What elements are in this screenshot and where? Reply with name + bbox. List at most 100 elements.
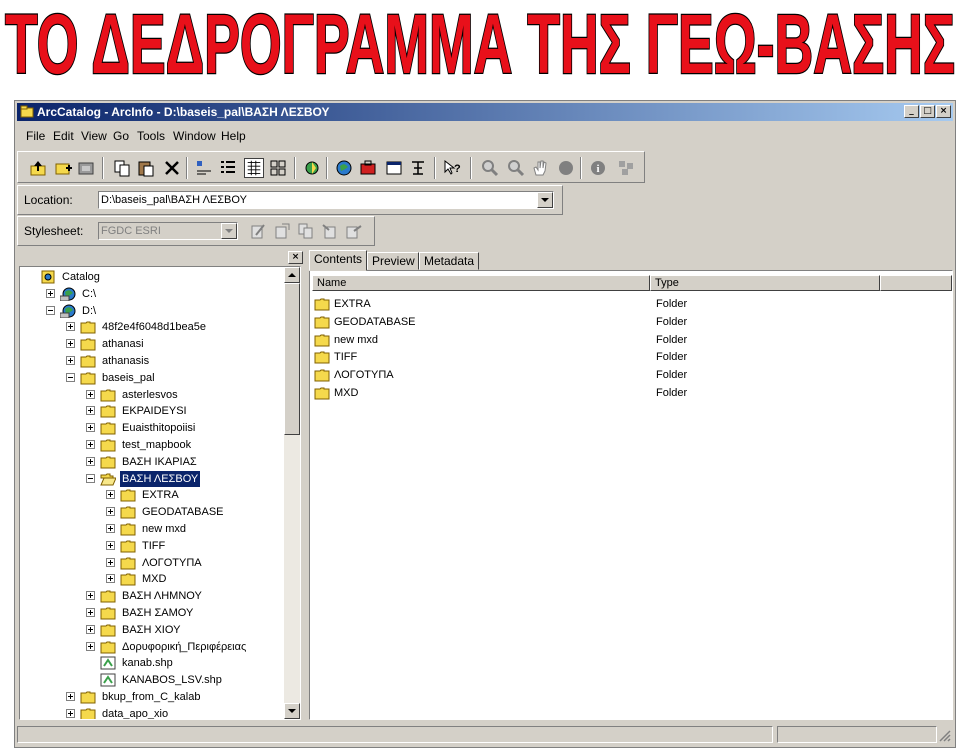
- list-item[interactable]: ΛΟΓΟΤΥΠΑ Folder: [314, 366, 934, 384]
- arctools-icon[interactable]: [358, 158, 378, 178]
- expand-icon[interactable]: [86, 406, 95, 416]
- expand-icon[interactable]: [106, 524, 115, 533]
- chevron-down-icon: [288, 709, 296, 713]
- zoom-in-icon[interactable]: [480, 158, 500, 178]
- column-header-name[interactable]: Name: [312, 275, 650, 291]
- stylesheet-dropdown-button[interactable]: [221, 223, 237, 239]
- scroll-thumb[interactable]: [284, 283, 300, 435]
- standard-toolbar: ? i: [17, 151, 645, 183]
- location-combobox[interactable]: D:\baseis_pal\ΒΑΣΗ ΛΕΣΒΟΥ: [98, 191, 554, 209]
- export-metadata-icon[interactable]: [344, 221, 364, 241]
- zoom-out-icon[interactable]: [506, 158, 526, 178]
- arccatalog-app-icon: [20, 105, 34, 118]
- scroll-down-button[interactable]: [284, 703, 300, 719]
- menu-file[interactable]: File: [26, 129, 45, 143]
- pan-icon[interactable]: [530, 158, 550, 178]
- expand-icon[interactable]: [66, 339, 75, 349]
- connect-folder-icon[interactable]: [54, 158, 74, 178]
- folder-icon: [80, 321, 96, 334]
- contents-list[interactable]: Name Type EXTRA Folder GEODATABASE Folder ne…: [309, 270, 953, 720]
- banner: ΤΟ ΔΕΔΡΟΓΡΑΜΜΑ ΤΗΣ ΓΕΩ-ΒΑΣΗΣ: [4, 0, 957, 92]
- expand-icon[interactable]: [86, 389, 95, 399]
- scroll-up-button[interactable]: [284, 267, 300, 283]
- expand-icon[interactable]: [106, 574, 115, 584]
- folder-icon: [314, 387, 330, 400]
- list-item-type: Folder: [656, 387, 688, 399]
- whats-this-icon[interactable]: ?: [442, 158, 462, 178]
- expand-icon[interactable]: [106, 490, 115, 500]
- collapse-icon[interactable]: [86, 473, 95, 483]
- expand-icon[interactable]: [66, 356, 75, 365]
- metadata-properties-icon[interactable]: [272, 221, 292, 241]
- menu-tools[interactable]: Tools: [137, 129, 165, 143]
- menu-view[interactable]: View: [81, 129, 107, 143]
- expand-icon[interactable]: [86, 591, 95, 601]
- delete-icon[interactable]: [162, 158, 182, 178]
- expand-icon[interactable]: [86, 456, 95, 466]
- list-item[interactable]: MXD Folder: [314, 384, 934, 402]
- up-one-level-icon[interactable]: [28, 158, 48, 178]
- expand-icon[interactable]: [86, 624, 95, 634]
- menu-help[interactable]: Help: [221, 129, 246, 143]
- thumbnails-icon[interactable]: [268, 158, 288, 178]
- resize-grip-icon[interactable]: [937, 728, 951, 742]
- menu-go[interactable]: Go: [113, 129, 129, 143]
- expand-icon[interactable]: [106, 540, 115, 550]
- tab-preview[interactable]: Preview: [367, 252, 419, 270]
- tree-item-label: TIFF: [142, 539, 166, 552]
- expand-icon[interactable]: [46, 288, 55, 298]
- import-metadata-icon[interactable]: [320, 221, 340, 241]
- copy-icon[interactable]: [112, 158, 132, 178]
- close-button[interactable]: ×: [936, 105, 951, 118]
- create-metadata-icon[interactable]: [296, 221, 316, 241]
- title-bar[interactable]: ArcCatalog - ArcInfo - D:\baseis_pal\ΒΑΣ…: [17, 103, 953, 121]
- stylesheet-combobox[interactable]: FGDC ESRI: [98, 222, 238, 240]
- expand-icon[interactable]: [66, 692, 75, 701]
- list-icon[interactable]: [218, 158, 238, 178]
- catalog-tree[interactable]: Catalog C:\ D:\ 48f2e4f6048d1bea5e athanasi a…: [19, 266, 301, 720]
- tab-contents[interactable]: Contents: [309, 250, 367, 271]
- menu-bar: File Edit View Go Tools Window Help: [17, 125, 953, 147]
- expand-icon[interactable]: [86, 608, 95, 617]
- folder-icon: [314, 369, 330, 382]
- column-header-type[interactable]: Type: [650, 275, 880, 291]
- large-icons-icon[interactable]: [194, 158, 214, 178]
- expand-icon[interactable]: [66, 322, 75, 332]
- menu-window[interactable]: Window: [173, 129, 216, 143]
- collapse-icon[interactable]: [46, 305, 55, 315]
- disconnect-folder-icon[interactable]: [76, 158, 96, 178]
- maximize-button[interactable]: □: [920, 105, 935, 118]
- catalog-icon: [41, 270, 55, 284]
- expand-icon[interactable]: [106, 507, 115, 517]
- tree-vertical-scrollbar[interactable]: [284, 267, 300, 719]
- paste-icon[interactable]: [136, 158, 156, 178]
- tab-metadata[interactable]: Metadata: [419, 252, 479, 270]
- identify-icon[interactable]: i: [588, 158, 608, 178]
- expand-icon[interactable]: [86, 641, 95, 651]
- list-item[interactable]: EXTRA Folder: [314, 295, 934, 313]
- edit-metadata-icon[interactable]: [248, 221, 268, 241]
- collapse-icon[interactable]: [66, 372, 75, 382]
- expand-icon[interactable]: [106, 557, 115, 567]
- list-item[interactable]: new mxd Folder: [314, 331, 934, 349]
- arctoolbox-icon[interactable]: [334, 158, 354, 178]
- location-dropdown-button[interactable]: [537, 192, 553, 208]
- list-item[interactable]: GEODATABASE Folder: [314, 313, 934, 331]
- full-extent-icon[interactable]: [556, 158, 576, 178]
- location-value: D:\baseis_pal\ΒΑΣΗ ΛΕΣΒΟΥ: [101, 194, 247, 206]
- command-line-icon[interactable]: [384, 158, 404, 178]
- create-thumbnail-icon[interactable]: [616, 158, 636, 178]
- launch-arcmap-icon[interactable]: [302, 158, 322, 178]
- details-icon[interactable]: [244, 158, 264, 178]
- expand-icon[interactable]: [86, 423, 95, 433]
- menu-edit[interactable]: Edit: [53, 129, 74, 143]
- tree-item-label: EXTRA: [142, 489, 179, 502]
- minimize-button[interactable]: _: [904, 105, 919, 118]
- list-item-name: ΛΟΓΟΤΥΠΑ: [334, 369, 394, 382]
- list-item[interactable]: TIFF Folder: [314, 348, 934, 366]
- close-tree-button[interactable]: ×: [288, 251, 303, 264]
- svg-text:i: i: [596, 163, 599, 175]
- expand-icon[interactable]: [66, 708, 75, 718]
- model-builder-icon[interactable]: [408, 158, 428, 178]
- expand-icon[interactable]: [86, 440, 95, 449]
